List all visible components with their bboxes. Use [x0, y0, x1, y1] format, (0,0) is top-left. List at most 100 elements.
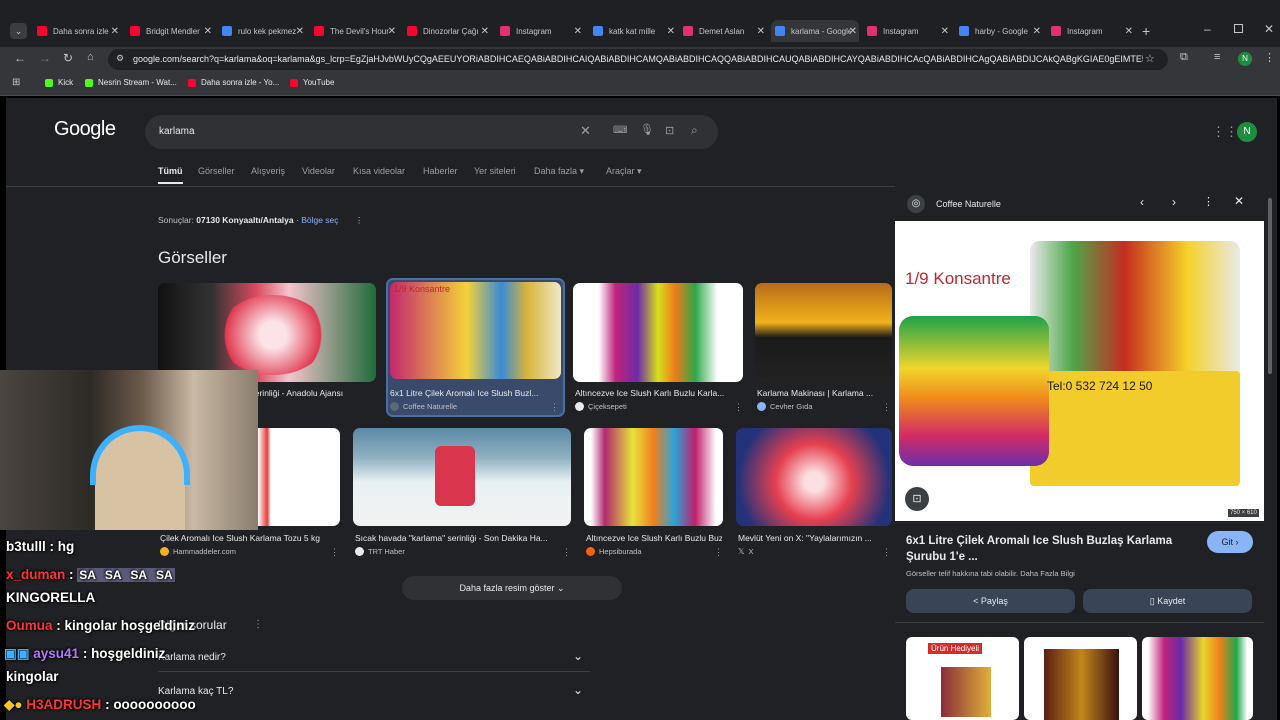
next-icon[interactable]: ›	[1172, 195, 1176, 209]
tab-close-icon[interactable]: ✕	[111, 26, 119, 37]
more-images-button[interactable]: Daha fazla resim göster ⌄	[402, 576, 622, 600]
close-window-button[interactable]: ✕	[1264, 22, 1274, 36]
image-source[interactable]: 𝕏X	[738, 547, 753, 556]
clear-icon[interactable]: ✕	[580, 123, 591, 139]
tab[interactable]: Instagram ✕	[1047, 20, 1135, 42]
profile-avatar[interactable]: N	[1238, 52, 1252, 66]
tab[interactable]: The Devil's Hour ✕	[310, 20, 398, 42]
site-info-icon[interactable]: ⚙	[116, 53, 124, 64]
mic-icon[interactable]: 🎙	[640, 123, 654, 136]
related-thumb-3[interactable]	[1142, 637, 1253, 720]
region-link[interactable]: Bölge seç	[301, 215, 338, 225]
more-icon[interactable]: ⋮	[734, 402, 743, 413]
lens-search-icon[interactable]: ⊡	[905, 487, 929, 511]
more-icon[interactable]: ⋮	[550, 402, 559, 413]
tab[interactable]: harby - Google ✕	[955, 20, 1043, 42]
search-input[interactable]: karlama	[159, 126, 195, 137]
image-caption[interactable]: Altıncezve Ice Slush Karlı Buzlu Karla..…	[575, 388, 741, 398]
image-source[interactable]: TRT Haber	[355, 547, 405, 556]
tab[interactable]: Dinozorlar Çağı ✕	[403, 20, 491, 42]
tab-close-icon[interactable]: ✕	[941, 26, 949, 37]
image-result-7[interactable]	[584, 428, 723, 526]
close-panel-icon[interactable]: ✕	[1234, 194, 1244, 208]
keyboard-icon[interactable]: ⌨	[613, 125, 627, 136]
google-logo[interactable]: Google	[54, 118, 116, 141]
image-source[interactable]: Çiçeksepeti	[575, 402, 627, 411]
image-result-6[interactable]	[353, 428, 571, 526]
minimize-button[interactable]: –	[1204, 22, 1211, 36]
save-button[interactable]: ▯ Kaydet	[1083, 589, 1252, 613]
tab[interactable]: Instagram ✕	[496, 20, 584, 42]
more-icon[interactable]: ⋮	[562, 547, 571, 558]
chrome-menu-icon[interactable]: ⋮	[1264, 51, 1275, 64]
search-tab[interactable]: Kısa videolar	[353, 166, 405, 182]
image-result-4[interactable]	[755, 283, 892, 382]
image-caption[interactable]: Karlama Makinası | Karlama ...	[757, 388, 888, 398]
bookmark-item[interactable]: YouTube	[290, 78, 334, 87]
search-box[interactable]: karlama ✕ ⌨ 🎙 ⊡ ⌕	[145, 115, 718, 149]
search-tab[interactable]: Videolar	[302, 166, 335, 182]
forward-icon[interactable]: →	[39, 51, 51, 65]
bookmark-item[interactable]: Daha sonra izle - Yo...	[188, 78, 279, 87]
tab-close-icon[interactable]: ✕	[388, 26, 396, 37]
image-result-8[interactable]	[736, 428, 892, 526]
address-bar[interactable]: ⚙ google.com/search?q=karlama&oq=karlama…	[108, 49, 1168, 70]
apps-grid-icon[interactable]: ⊞	[12, 77, 20, 88]
home-icon[interactable]: ⌂	[87, 51, 94, 63]
related-thumb-2[interactable]	[1024, 637, 1137, 720]
tab[interactable]: Bridgit Mendler ✕	[126, 20, 214, 42]
search-tab[interactable]: Yer siteleri	[474, 166, 516, 182]
image-caption[interactable]: 6x1 Litre Çilek Aromalı Ice Slush Buzl..…	[390, 388, 558, 398]
search-tab[interactable]: Daha fazla ▾	[534, 166, 584, 183]
panel-title[interactable]: 6x1 Litre Çilek Aromalı Ice Slush Buzlaş…	[906, 533, 1181, 565]
previous-icon[interactable]: ‹	[1140, 195, 1144, 209]
tab-close-icon[interactable]: ✕	[757, 26, 765, 37]
image-caption[interactable]: Sıcak havada "karlama" serinliği - Son D…	[355, 533, 569, 543]
image-source[interactable]: Hepsiburada	[586, 547, 642, 556]
tab-close-icon[interactable]: ✕	[204, 26, 212, 37]
search-tab[interactable]: Araçlar ▾	[606, 166, 642, 183]
preview-image[interactable]: 1/9 Konsantre Tel:0 532 724 12 50 ⊡ 750 …	[895, 221, 1264, 521]
image-source[interactable]: Hammaddeler.com	[160, 547, 236, 556]
image-source[interactable]: Coffee Naturelle	[390, 402, 457, 411]
search-icon[interactable]: ⌕	[691, 123, 698, 138]
tab[interactable]: katk kat mille ✕	[589, 20, 677, 42]
tab[interactable]: Daha sonra izle ✕	[33, 20, 121, 42]
lens-icon[interactable]: ⊡	[665, 124, 674, 137]
search-tab[interactable]: Görseller	[198, 166, 235, 182]
tab-close-icon[interactable]: ✕	[481, 26, 489, 37]
tab-all-active[interactable]: Tümü	[158, 166, 183, 184]
image-caption[interactable]: Çilek Aromalı Ice Slush Karlama Tozu 5 k…	[160, 533, 338, 543]
tab-close-icon[interactable]: ✕	[1033, 26, 1041, 37]
image-caption[interactable]: Altıncezve Ice Slush Karlı Buzlu Buzl...	[586, 533, 722, 543]
question-item[interactable]: Karlama nedir? ⌄	[158, 644, 590, 672]
extensions-icon[interactable]: ⧉	[1180, 51, 1188, 64]
tab-search-dropdown[interactable]: ⌄	[10, 23, 27, 39]
location-more-icon[interactable]: ⋮	[355, 215, 364, 225]
image-result-3[interactable]	[573, 283, 743, 382]
image-source[interactable]: Cevher Gıda	[757, 402, 813, 411]
search-tab[interactable]: Alışveriş	[251, 166, 285, 182]
tab[interactable]: Instagram ✕	[863, 20, 951, 42]
question-item[interactable]: Karlama kaç TL? ⌄	[158, 680, 590, 708]
more-options-icon[interactable]: ⋮	[1203, 195, 1214, 208]
account-avatar[interactable]: N	[1237, 122, 1257, 142]
bookmark-item[interactable]: Kick	[45, 78, 73, 87]
search-tab[interactable]: Haberler	[423, 166, 458, 182]
related-thumb-1[interactable]: Ürün Hediyeli	[906, 637, 1019, 720]
tab-close-icon[interactable]: ✕	[574, 26, 582, 37]
panel-site-name[interactable]: Coffee Naturelle	[936, 199, 1001, 209]
media-icon[interactable]: ≡	[1214, 51, 1220, 63]
bookmark-item[interactable]: Nesrin Stream - Wat...	[85, 78, 177, 87]
new-tab-button[interactable]: +	[1142, 23, 1150, 39]
bookmark-star-icon[interactable]: ☆	[1145, 52, 1155, 65]
more-icon[interactable]: ⋮	[882, 547, 891, 558]
tab-close-icon[interactable]: ✕	[296, 26, 304, 37]
tab-close-icon[interactable]: ✕	[849, 26, 857, 37]
image-result-1[interactable]	[158, 283, 376, 382]
image-caption[interactable]: Mevlüt Yeni on X: "Yaylalarımızın ...	[738, 533, 888, 543]
scrollbar[interactable]	[1268, 198, 1272, 374]
related-more-icon[interactable]: ⋮	[253, 619, 263, 630]
tab-close-icon[interactable]: ✕	[667, 26, 675, 37]
more-icon[interactable]: ⋮	[714, 547, 723, 558]
